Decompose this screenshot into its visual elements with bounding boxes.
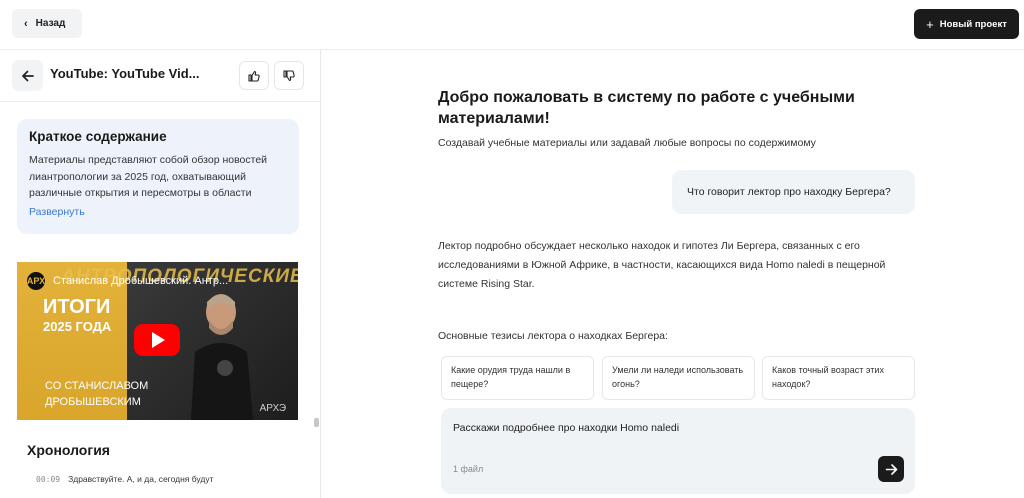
new-project-button[interactable]: + Новый проект bbox=[914, 9, 1019, 39]
back-label: Назад bbox=[35, 18, 66, 29]
close-source-button[interactable] bbox=[12, 60, 43, 91]
video-itogi-text: ИТОГИ bbox=[43, 296, 111, 318]
summary-text: Материалы представляют собой обзор новос… bbox=[29, 154, 268, 199]
chronology-timestamp: 00:09 bbox=[36, 474, 61, 484]
chronology-item[interactable]: 00:09 Здравствуйте. А, и да, сегодня буд… bbox=[36, 474, 214, 484]
message-composer[interactable]: Расскажи подробнее про находки Homo nale… bbox=[441, 408, 915, 494]
new-project-label: Новый проект bbox=[939, 18, 1007, 30]
thumbs-up-icon bbox=[248, 70, 260, 82]
like-button[interactable] bbox=[239, 61, 269, 90]
chevron-left-icon: ‹ bbox=[24, 17, 28, 30]
video-watermark: АРХЭ bbox=[259, 403, 286, 414]
chat-area: Добро пожаловать в систему по работе с у… bbox=[322, 50, 1024, 498]
send-button[interactable] bbox=[878, 456, 904, 482]
user-message-text: Что говорит лектор про находку Бергера? bbox=[687, 186, 891, 198]
thumbs-down-icon bbox=[283, 69, 295, 81]
video-subtitle-2: ДРОБЫШЕВСКИМ bbox=[45, 396, 141, 408]
presenter-image bbox=[191, 294, 253, 420]
welcome-title: Добро пожаловать в систему по работе с у… bbox=[438, 89, 855, 127]
attached-files-count[interactable]: 1 файл bbox=[453, 464, 483, 474]
user-message: Что говорит лектор про находку Бергера? bbox=[672, 170, 915, 214]
video-subtitle-1: СО СТАНИСЛАВОМ bbox=[45, 380, 149, 392]
suggestion-button[interactable]: Какие орудия труда нашли в пещере? bbox=[441, 356, 594, 400]
theses-label: Основные тезисы лектора о находках Берге… bbox=[438, 330, 668, 342]
play-icon[interactable] bbox=[134, 324, 180, 356]
dislike-button[interactable] bbox=[274, 61, 304, 90]
expand-link[interactable]: Развернуть bbox=[29, 206, 287, 218]
arrow-left-icon bbox=[21, 70, 34, 81]
summary-heading: Краткое содержание bbox=[29, 129, 167, 144]
arrow-right-icon bbox=[885, 463, 897, 475]
video-year-text: 2025 ГОДА bbox=[43, 319, 112, 334]
welcome-subtitle: Создавай учебные материалы или задавай л… bbox=[438, 137, 816, 149]
top-bar: ‹ Назад + Новый проект bbox=[0, 0, 1024, 50]
suggestion-button[interactable]: Каков точный возраст этих находок? bbox=[762, 356, 915, 400]
suggestion-button[interactable]: Умели ли наледи использовать огонь? bbox=[602, 356, 755, 400]
source-panel: YouTube: YouTube Vid... Краткое содержан… bbox=[0, 50, 321, 498]
video-player[interactable]: АНТРОПОЛОГИЧЕСКИЕ АРХ Станислав Дробышев… bbox=[17, 262, 298, 420]
message-input[interactable]: Расскажи подробнее про находки Homo nale… bbox=[453, 422, 679, 434]
plus-icon: + bbox=[926, 16, 934, 32]
channel-logo: АРХ bbox=[25, 270, 47, 292]
chronology-text: Здравствуйте. А, и да, сегодня будут bbox=[68, 474, 214, 484]
source-header: YouTube: YouTube Vid... bbox=[0, 50, 320, 102]
source-title: YouTube: YouTube Vid... bbox=[50, 66, 200, 81]
summary-card: Краткое содержание Материалы представляю… bbox=[17, 119, 299, 234]
chronology-heading: Хронология bbox=[27, 442, 110, 458]
scrollbar-thumb[interactable] bbox=[314, 418, 319, 427]
back-button[interactable]: ‹ Назад bbox=[12, 9, 82, 38]
assistant-answer: Лектор подробно обсуждает несколько нахо… bbox=[438, 240, 886, 290]
